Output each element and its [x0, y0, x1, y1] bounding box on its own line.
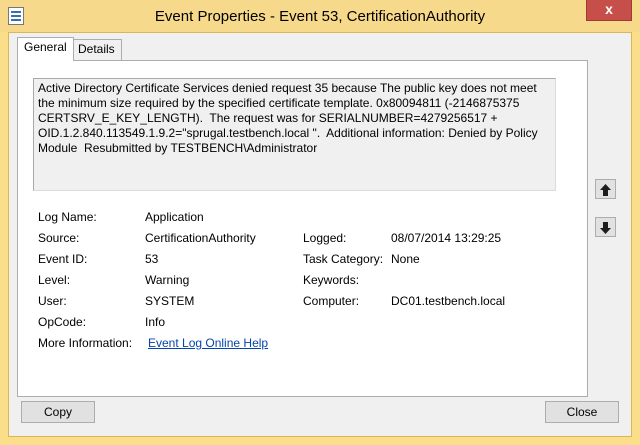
arrow-up-icon	[600, 184, 611, 196]
general-tab-panel: Active Directory Certificate Services de…	[17, 60, 588, 397]
tab-details[interactable]: Details	[71, 39, 122, 60]
user-label: User:	[38, 294, 67, 308]
event-id-value: 53	[145, 252, 159, 266]
tab-general[interactable]: General	[17, 37, 74, 61]
user-value: SYSTEM	[145, 294, 195, 308]
close-button[interactable]: Close	[545, 401, 619, 423]
window-close-button[interactable]: x	[586, 0, 632, 21]
log-name-value: Application	[145, 210, 204, 224]
arrow-down-icon	[600, 222, 611, 234]
event-id-label: Event ID:	[38, 252, 88, 266]
computer-label: Computer:	[303, 294, 360, 308]
event-log-online-help-link[interactable]: Event Log Online Help	[148, 336, 268, 350]
more-information-label: More Information:	[38, 336, 133, 350]
previous-event-button[interactable]	[595, 179, 616, 199]
copy-button[interactable]: Copy	[21, 401, 95, 423]
computer-value: DC01.testbench.local	[391, 294, 506, 308]
logged-value: 08/07/2014 13:29:25	[391, 231, 502, 245]
keywords-label: Keywords:	[303, 273, 360, 287]
opcode-value: Info	[145, 315, 166, 329]
source-label: Source:	[38, 231, 80, 245]
task-category-label: Task Category:	[303, 252, 384, 266]
task-category-value: None	[391, 252, 420, 266]
logged-label: Logged:	[303, 231, 347, 245]
event-description-box[interactable]: Active Directory Certificate Services de…	[33, 78, 556, 191]
source-value: CertificationAuthority	[145, 231, 256, 245]
title-bar[interactable]: Event Properties - Event 53, Certificati…	[0, 0, 640, 32]
opcode-label: OpCode:	[38, 315, 87, 329]
level-value: Warning	[145, 273, 190, 287]
next-event-button[interactable]	[595, 217, 616, 237]
event-properties-window: Event Properties - Event 53, Certificati…	[0, 0, 640, 445]
level-label: Level:	[38, 273, 71, 287]
window-title: Event Properties - Event 53, Certificati…	[154, 8, 486, 25]
dialog-client-area: General Details Active Directory Certifi…	[8, 32, 632, 437]
log-name-label: Log Name:	[38, 210, 97, 224]
